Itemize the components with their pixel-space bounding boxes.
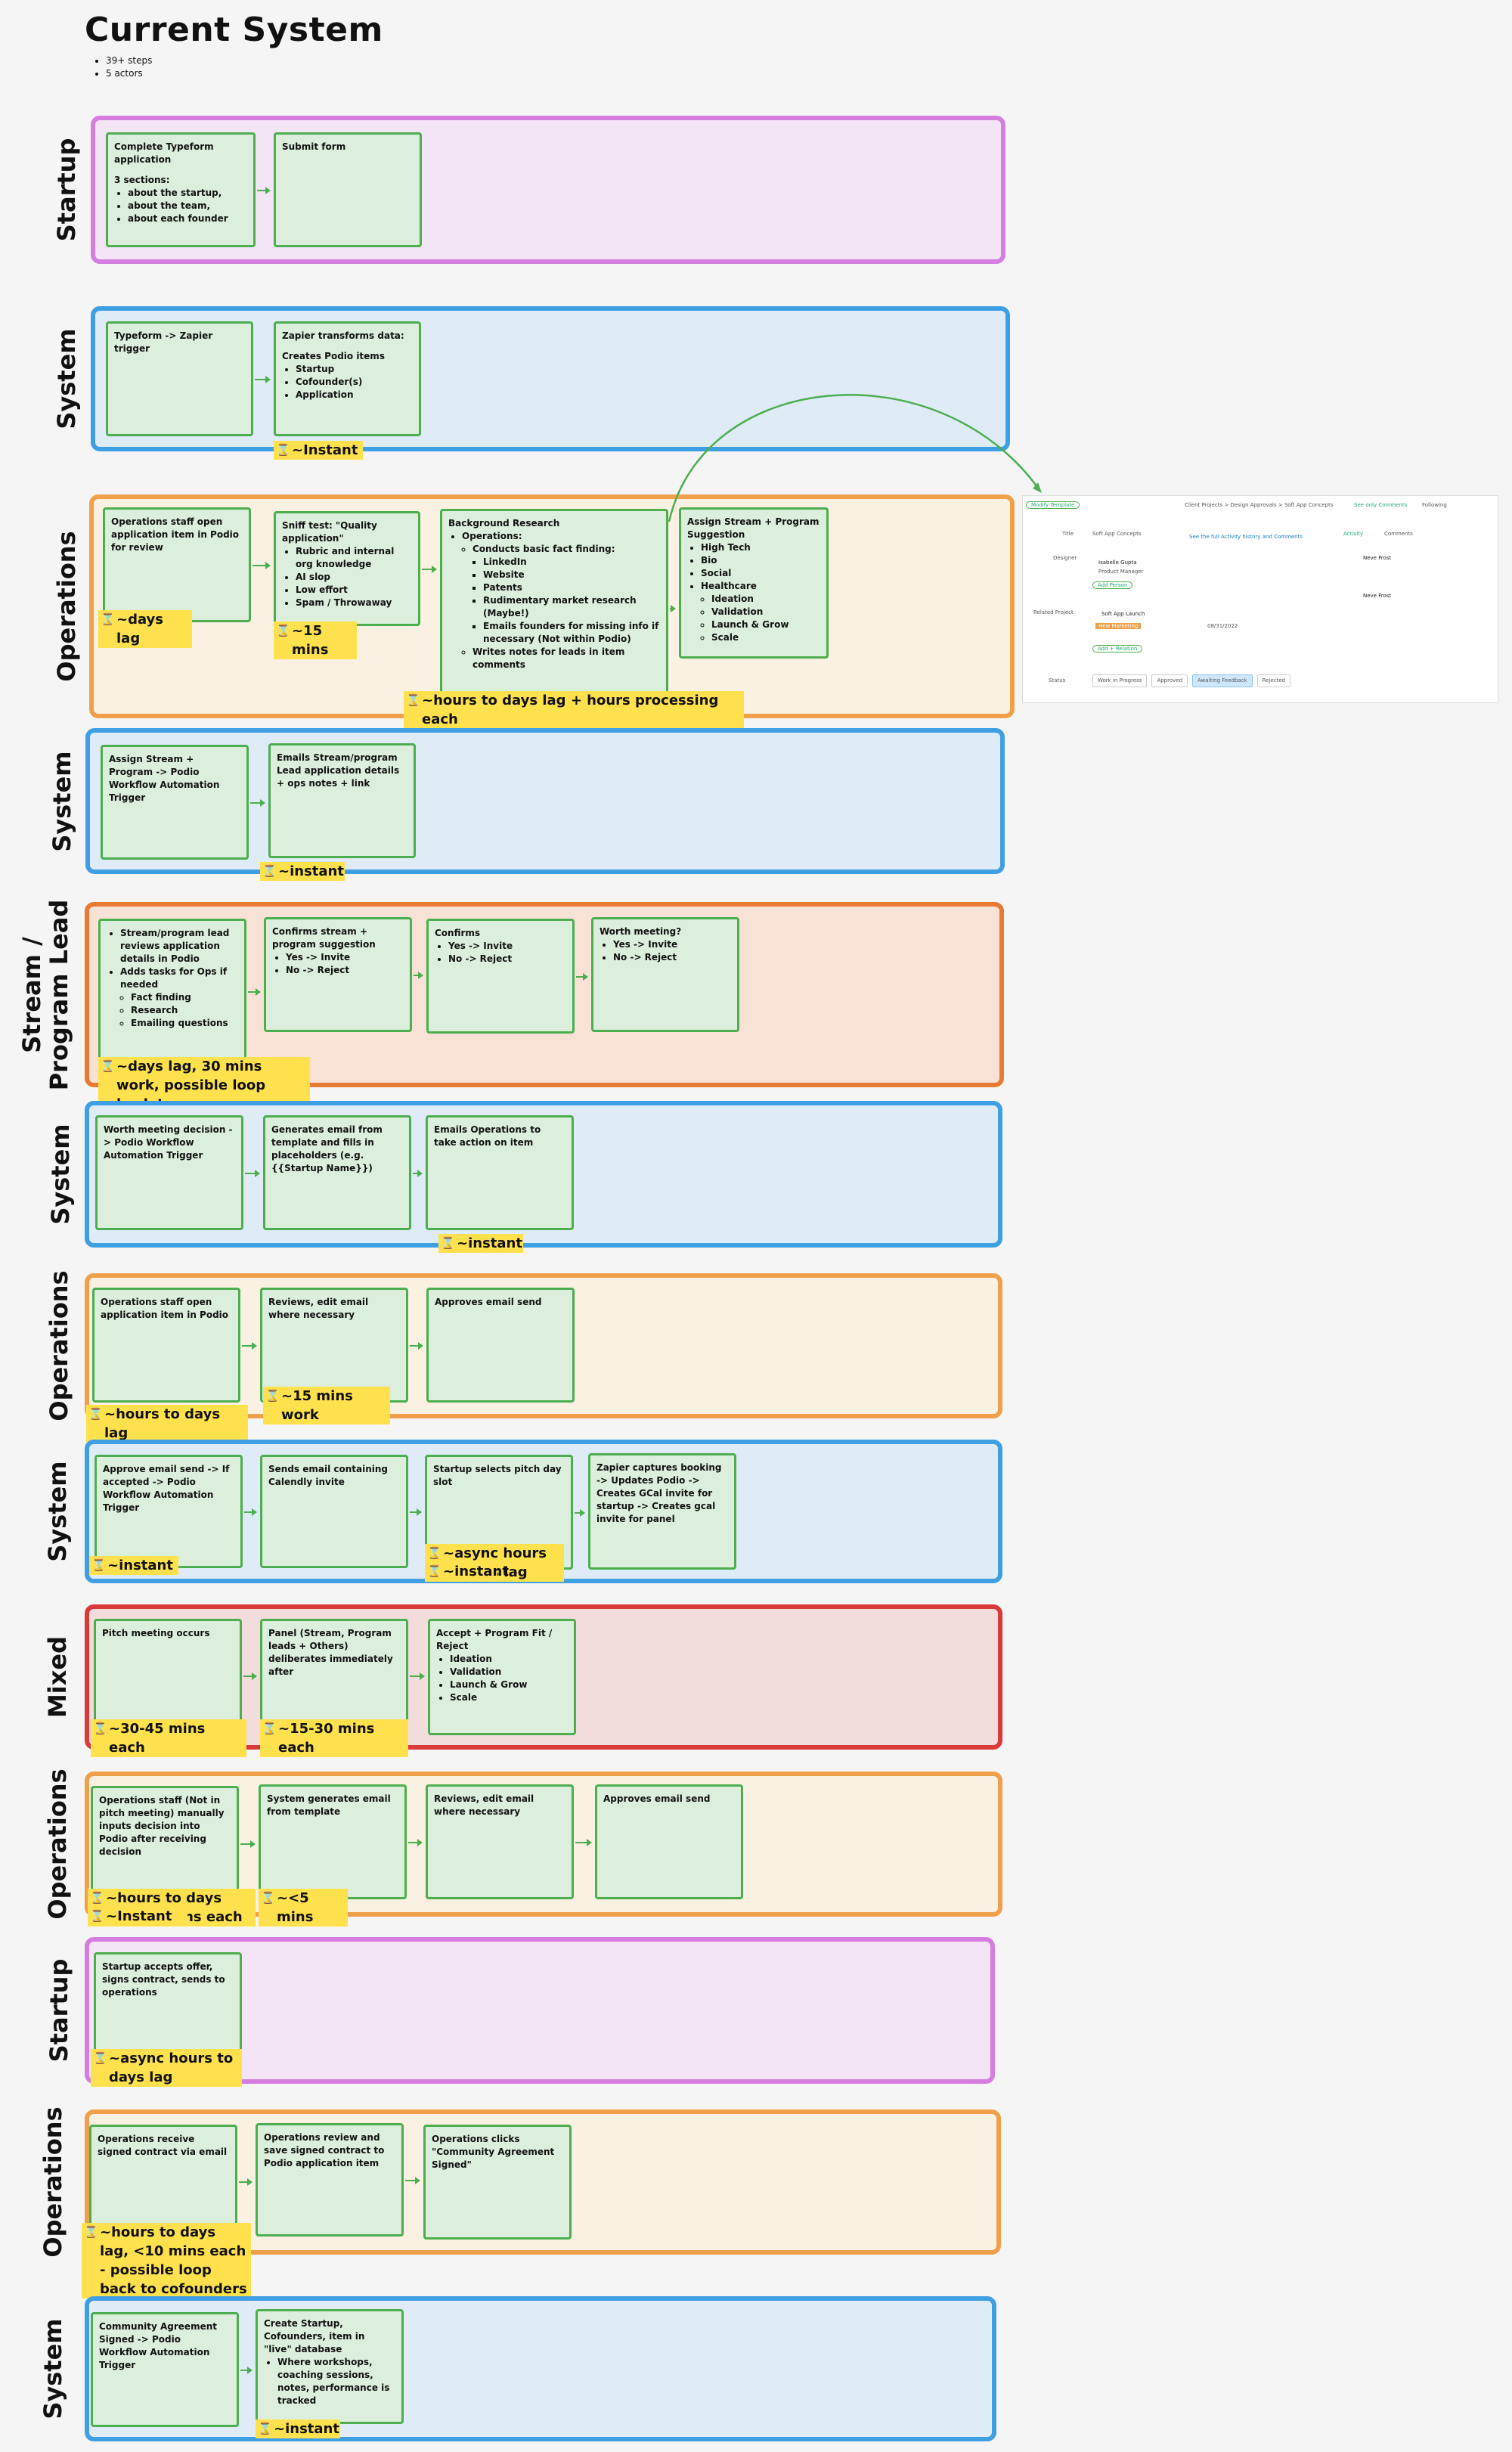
comment-author-2: Neve Frost	[1363, 593, 1392, 599]
status-wip[interactable]: Work in Progress	[1092, 674, 1148, 687]
new-marketing-badge: New Marketing	[1095, 623, 1142, 629]
status-label: Status	[1049, 677, 1066, 684]
tab-comments[interactable]: Comments	[1384, 529, 1413, 539]
related-value: Soft App Launch	[1101, 611, 1145, 617]
designer-label: Designer	[1053, 555, 1077, 561]
status-rejected[interactable]: Rejected	[1256, 674, 1291, 687]
tab-modify-template[interactable]: Modify Template	[1026, 501, 1080, 509]
related-label: Related Project	[1033, 609, 1074, 615]
connector-to-screenshot	[668, 394, 1042, 522]
tab-activity[interactable]: Activity	[1343, 529, 1363, 539]
status-options: Work in Progress Approved Awaiting Feedbac…	[1092, 674, 1295, 687]
breadcrumb: Client Projects > Design Approvals > Sof…	[1185, 502, 1334, 508]
add-person-button[interactable]: Add Person	[1092, 581, 1133, 589]
related-date: 08/31/2022	[1207, 623, 1238, 629]
see-comments-toggle[interactable]: See only Comments	[1354, 501, 1407, 510]
status-approved[interactable]: Approved	[1151, 674, 1188, 687]
title-label: Title	[1062, 531, 1074, 537]
add-relation-button[interactable]: Add + Relation	[1092, 645, 1143, 653]
status-awaiting[interactable]: Awaiting Feedback	[1192, 674, 1253, 687]
podio-item-screenshot: Modify Template Client Projects > Design…	[1022, 495, 1498, 703]
activity-link[interactable]: See the full Activity history and Commen…	[1189, 532, 1303, 542]
comment-author-1: Neve Frost	[1363, 555, 1392, 561]
title-value: Soft App Concepts	[1092, 531, 1142, 537]
designer-role: Product Manager	[1098, 569, 1144, 575]
following-button[interactable]: Following	[1422, 501, 1447, 510]
